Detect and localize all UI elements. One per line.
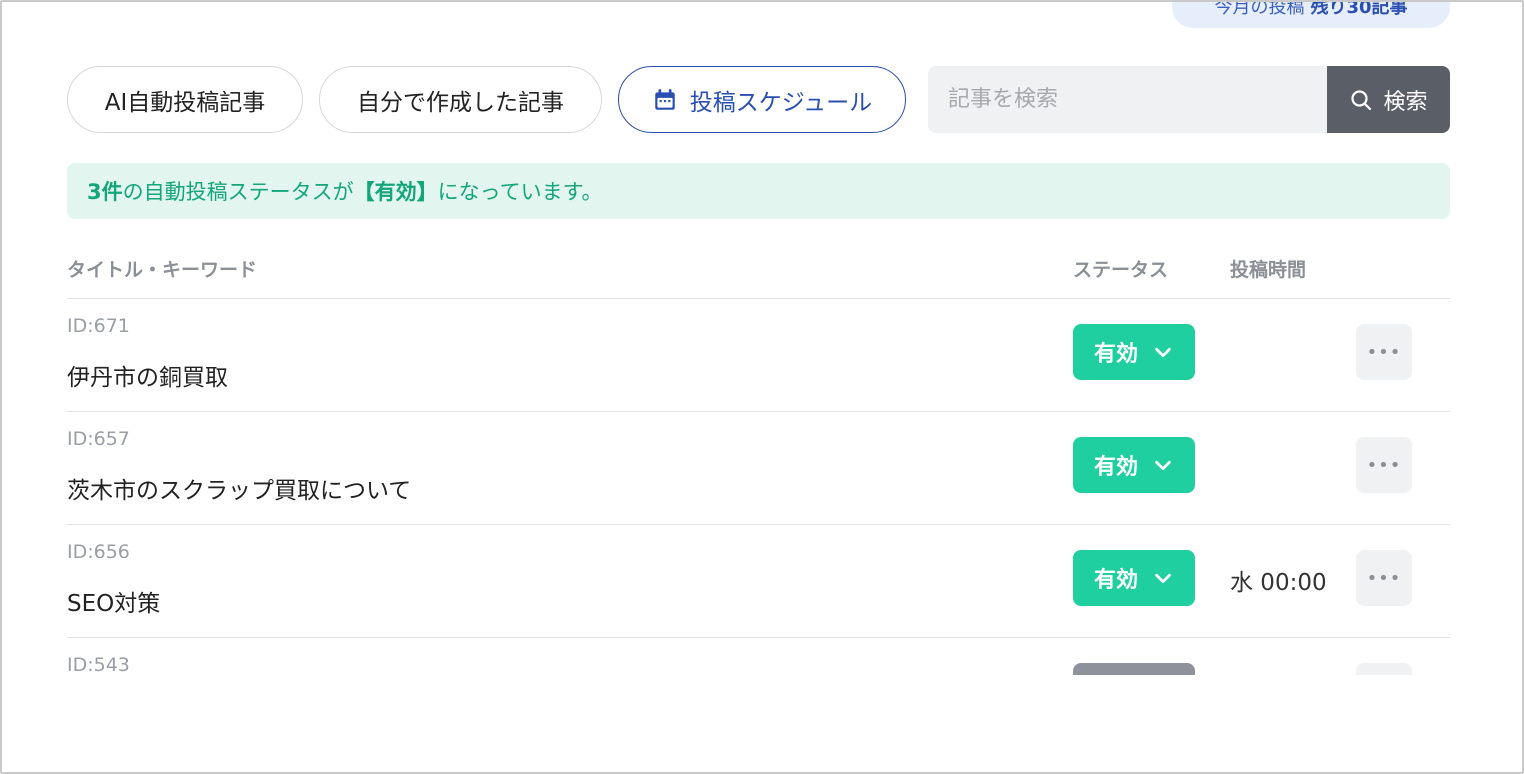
more-icon: ••• <box>1366 341 1402 363</box>
app-frame: 今月の投稿 残り30記事 AI自動投稿記事 自分で作成した記事 投稿スケジュール <box>0 0 1524 774</box>
more-options-button[interactable]: ••• <box>1356 550 1412 606</box>
table-row: ID:543 <box>67 638 1450 675</box>
row-id: ID:543 <box>67 654 130 675</box>
banner-status: 【有効】 <box>353 180 438 204</box>
banner-text-1: の自動投稿ステータスが <box>122 180 354 204</box>
status-dropdown[interactable]: 有効 <box>1073 437 1195 493</box>
banner-count: 3件 <box>87 180 123 204</box>
table-row: ID:657 茨木市のスクラップ買取について 有効 ••• <box>67 412 1450 525</box>
more-icon: ••• <box>1366 567 1402 589</box>
status-label: 有効 <box>1093 342 1138 367</box>
article-search: 検索 <box>928 66 1450 133</box>
chevron-down-icon <box>1155 573 1171 584</box>
search-button[interactable]: 検索 <box>1327 66 1450 133</box>
status-banner: 3件 の自動投稿ステータスが 【有効】 になっています。 <box>67 163 1450 219</box>
calendar-icon <box>655 88 675 110</box>
banner-text-2: になっています。 <box>437 180 603 204</box>
row-id: ID:656 <box>67 541 130 563</box>
more-options-button[interactable]: ••• <box>1356 324 1412 380</box>
tab-label: 自分で作成した記事 <box>357 89 564 116</box>
row-id: ID:657 <box>67 428 130 450</box>
status-dropdown[interactable]: 有効 <box>1073 550 1195 606</box>
more-icon: ••• <box>1366 454 1402 476</box>
table-row: ID:671 伊丹市の銅買取 有効 ••• <box>67 299 1450 412</box>
chevron-down-icon <box>1155 347 1171 358</box>
status-label: 有効 <box>1093 455 1138 480</box>
quota-value: 残り30記事 <box>1310 0 1408 18</box>
header-status: ステータス <box>1073 259 1169 281</box>
row-post-time: 水 00:00 <box>1230 570 1327 596</box>
search-icon <box>1351 89 1372 110</box>
tab-post-schedule[interactable]: 投稿スケジュール <box>618 66 906 133</box>
quota-label: 今月の投稿 <box>1214 0 1305 18</box>
status-dropdown[interactable] <box>1073 663 1195 675</box>
tab-my-articles[interactable]: 自分で作成した記事 <box>319 66 602 133</box>
article-tabs: AI自動投稿記事 自分で作成した記事 投稿スケジュール <box>67 66 906 133</box>
row-title[interactable]: SEO対策 <box>67 584 160 618</box>
status-label: 有効 <box>1093 568 1138 593</box>
chevron-down-icon <box>1155 460 1171 471</box>
tab-label: AI自動投稿記事 <box>104 89 266 116</box>
table-header: タイトル・キーワード ステータス 投稿時間 <box>67 252 1450 299</box>
tab-label: 投稿スケジュール <box>689 89 873 116</box>
row-title[interactable]: 茨木市のスクラップ買取について <box>67 471 411 505</box>
search-button-label: 検索 <box>1383 89 1428 115</box>
status-dropdown[interactable]: 有効 <box>1073 324 1195 380</box>
row-title[interactable]: 伊丹市の銅買取 <box>67 358 228 392</box>
more-options-button[interactable]: ••• <box>1356 437 1412 493</box>
header-post-time: 投稿時間 <box>1230 259 1307 281</box>
tab-ai-auto-posts[interactable]: AI自動投稿記事 <box>67 66 303 133</box>
table-row: ID:656 SEO対策 有効 水 00:00 ••• <box>67 525 1450 638</box>
row-id: ID:671 <box>67 315 130 337</box>
more-options-button[interactable] <box>1356 663 1412 675</box>
article-table-body: ID:671 伊丹市の銅買取 有効 ••• ID:657 茨木市のスクラップ買取… <box>67 299 1450 675</box>
header-title-keyword: タイトル・キーワード <box>67 259 258 281</box>
monthly-quota-badge: 今月の投稿 残り30記事 <box>1172 0 1450 28</box>
search-input[interactable] <box>928 66 1327 133</box>
